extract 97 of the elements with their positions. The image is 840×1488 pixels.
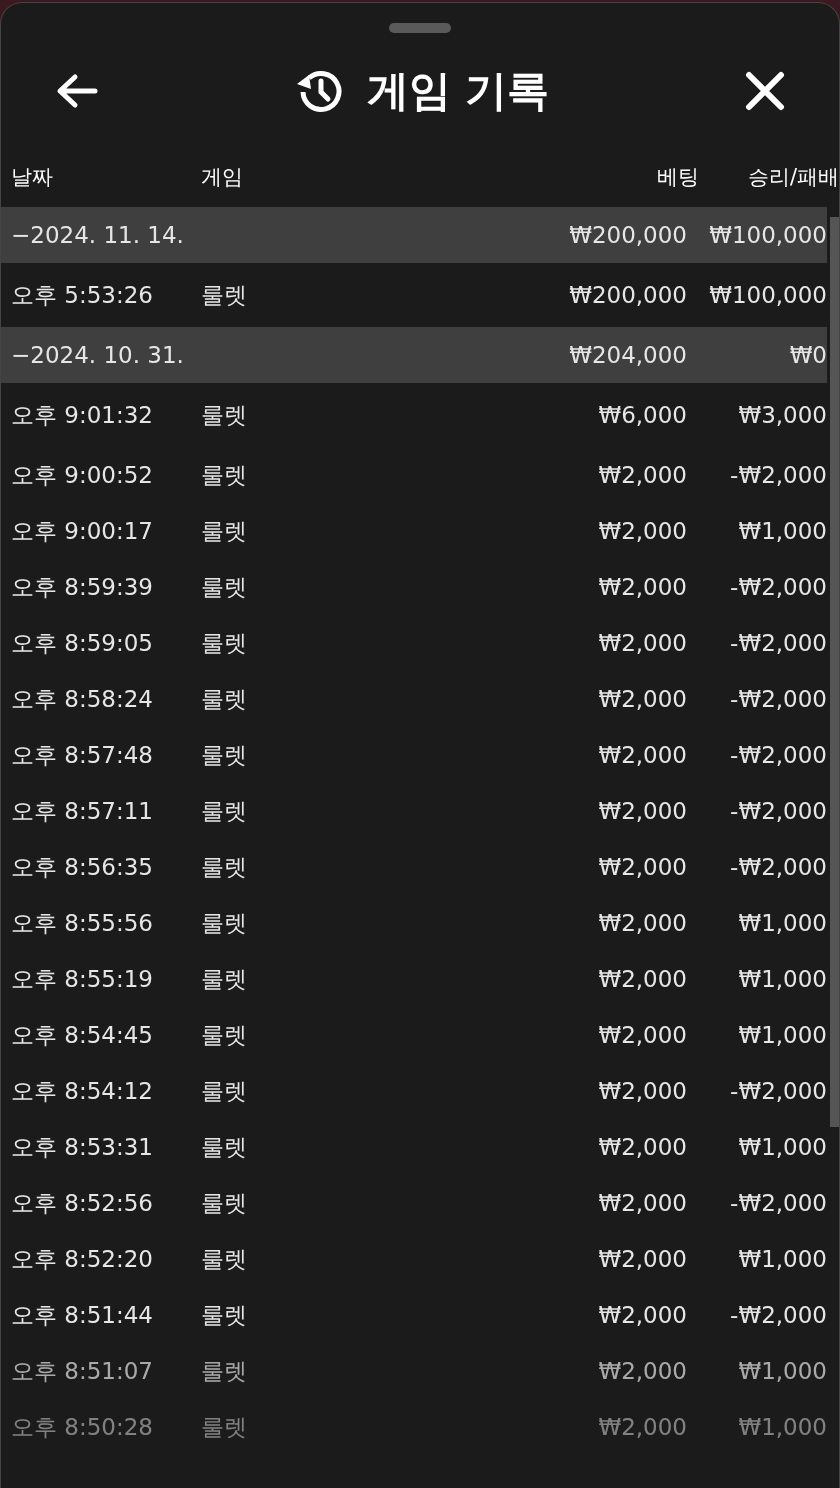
table-cell-text: ₩2,000 xyxy=(597,1190,687,1216)
table-cell-text: 오후 9:00:52 xyxy=(11,460,154,490)
table-cell-text: ₩1,000 xyxy=(737,1134,827,1160)
group-result-total: ₩0 xyxy=(788,342,827,368)
table-cell-text: 오후 8:57:48 xyxy=(11,740,154,770)
table-cell-text: -₩2,000 xyxy=(729,462,827,488)
table-cell-text: 룰렛 xyxy=(201,1356,248,1386)
table-cell-text: ₩200,000 xyxy=(568,282,687,308)
table-cell-text: 룰렛 xyxy=(201,1132,248,1162)
group-bet-total: ₩204,000 xyxy=(568,342,687,368)
table-cell-text: 오후 9:01:32 xyxy=(11,400,154,430)
table-cell-text: 룰렛 xyxy=(201,1076,248,1106)
drag-handle[interactable] xyxy=(389,23,451,33)
column-header[interactable]: 날짜 xyxy=(11,163,201,191)
scrollbar[interactable] xyxy=(830,217,839,1127)
table-cell-text: ₩2,000 xyxy=(597,742,687,768)
table-cell-text: 오후 8:54:45 xyxy=(11,1020,154,1050)
table-cell-text: ₩1,000 xyxy=(737,518,827,544)
table-cell-text: 룰렛 xyxy=(201,400,248,430)
table-cell-text: 오후 8:59:39 xyxy=(11,572,154,602)
table-cell-text: ₩2,000 xyxy=(597,1302,687,1328)
table-cell-text: 오후 8:55:19 xyxy=(11,964,154,994)
table-cell-text: -₩2,000 xyxy=(729,574,827,600)
table-cell-text: ₩2,000 xyxy=(597,966,687,992)
table-cell-text: 룰렛 xyxy=(201,1244,248,1274)
table-cell-text: 룰렛 xyxy=(201,572,248,602)
group-date: −2024. 10. 31. xyxy=(11,342,185,368)
table-cell-text: -₩2,000 xyxy=(729,1302,827,1328)
table-cell-text: ₩2,000 xyxy=(597,630,687,656)
table-cell-text: ₩3,000 xyxy=(737,402,827,428)
table-cell-text: 오후 8:53:31 xyxy=(11,1132,154,1162)
table-cell-text: -₩2,000 xyxy=(729,1078,827,1104)
table-cell-text: 룰렛 xyxy=(201,1188,248,1218)
table-cell-text: 오후 8:52:20 xyxy=(11,1244,154,1274)
table-cell-text: 룰렛 xyxy=(201,908,248,938)
column-header[interactable]: 승리/패배 xyxy=(699,163,839,191)
table-cell-text: ₩1,000 xyxy=(737,1246,827,1272)
table-cell-text: 룰렛 xyxy=(201,280,248,310)
table-cell-text: ₩2,000 xyxy=(597,518,687,544)
table-cell-text: ₩2,000 xyxy=(597,910,687,936)
table-cell-text: 룰렛 xyxy=(201,740,248,770)
sheet-title: 게임 기록 xyxy=(366,65,550,117)
table-cell-text: 룰렛 xyxy=(201,796,248,826)
table-cell-text: ₩1,000 xyxy=(737,1358,827,1384)
table-cell-text: 룰렛 xyxy=(201,516,248,546)
table-cell-text: ₩1,000 xyxy=(737,1022,827,1048)
table-cell-text: 오후 8:52:56 xyxy=(11,1188,154,1218)
table-cell-text: 오후 8:55:56 xyxy=(11,908,154,938)
group-result-total: ₩100,000 xyxy=(708,222,827,248)
table-cell-text: ₩2,000 xyxy=(597,574,687,600)
back-arrow-icon xyxy=(55,73,99,109)
table-cell-text: ₩2,000 xyxy=(597,462,687,488)
table-cell-text: 오후 8:50:28 xyxy=(11,1412,154,1442)
table-cell-text: 룰렛 xyxy=(201,1412,248,1442)
table-cell-text: 룰렛 xyxy=(201,1300,248,1330)
table-cell-text: 오후 8:59:05 xyxy=(11,628,154,658)
table-cell-text: ₩2,000 xyxy=(597,1358,687,1384)
table-cell-text: 오후 8:58:24 xyxy=(11,684,154,714)
table-cell-text: ₩2,000 xyxy=(597,854,687,880)
column-header[interactable]: 게임 xyxy=(201,163,499,191)
table-cell-text: 룰렛 xyxy=(201,964,248,994)
column-header[interactable]: 베팅 xyxy=(499,163,699,191)
table-cell-text: 룰렛 xyxy=(201,684,248,714)
table-cell-text: ₩2,000 xyxy=(597,798,687,824)
group-date: −2024. 11. 14. xyxy=(11,222,185,248)
table-cell-text: ₩6,000 xyxy=(597,402,687,428)
table-cell-text: 오후 8:57:11 xyxy=(11,796,154,826)
table-cell-text: -₩2,000 xyxy=(729,686,827,712)
table-cell-text: 룰렛 xyxy=(201,628,248,658)
table-cell-text: 오후 5:53:26 xyxy=(11,280,154,310)
table-cell-text: ₩2,000 xyxy=(597,686,687,712)
table-cell-text: 룰렛 xyxy=(201,852,248,882)
table-cell-text: -₩2,000 xyxy=(729,798,827,824)
table-cell-text: -₩2,000 xyxy=(729,742,827,768)
table-cell-text: ₩2,000 xyxy=(597,1414,687,1440)
table-cell-text: 오후 8:56:35 xyxy=(11,852,154,882)
group-bet-total: ₩200,000 xyxy=(568,222,687,248)
date-group-row[interactable]: −2024. 10. 31. ₩204,000 ₩0 xyxy=(1,327,827,383)
table-cell-text: -₩2,000 xyxy=(729,1190,827,1216)
table-cell-text: 룰렛 xyxy=(201,460,248,490)
date-group-row[interactable]: −2024. 11. 14. ₩200,000 ₩100,000 xyxy=(1,207,827,263)
table-cell-text: 오후 9:00:17 xyxy=(11,516,154,546)
table-cell-text: 오후 8:54:12 xyxy=(11,1076,154,1106)
table-cell-text: -₩2,000 xyxy=(729,854,827,880)
table-cell-text: -₩2,000 xyxy=(729,630,827,656)
table-cell-text: ₩2,000 xyxy=(597,1134,687,1160)
table-cell-text: ₩2,000 xyxy=(597,1022,687,1048)
table-cell-text: ₩1,000 xyxy=(737,910,827,936)
table-cell-text: ₩1,000 xyxy=(737,1414,827,1440)
table-cell-text: 룰렛 xyxy=(201,1020,248,1050)
table-cell-text: 오후 8:51:07 xyxy=(11,1356,154,1386)
table-cell-text: ₩100,000 xyxy=(708,282,827,308)
close-icon xyxy=(745,71,785,111)
table-cell-text: ₩2,000 xyxy=(597,1246,687,1272)
table-cell-text: 오후 8:51:44 xyxy=(11,1300,154,1330)
table-cell-text: ₩1,000 xyxy=(737,966,827,992)
table-cell-text: ₩2,000 xyxy=(597,1078,687,1104)
